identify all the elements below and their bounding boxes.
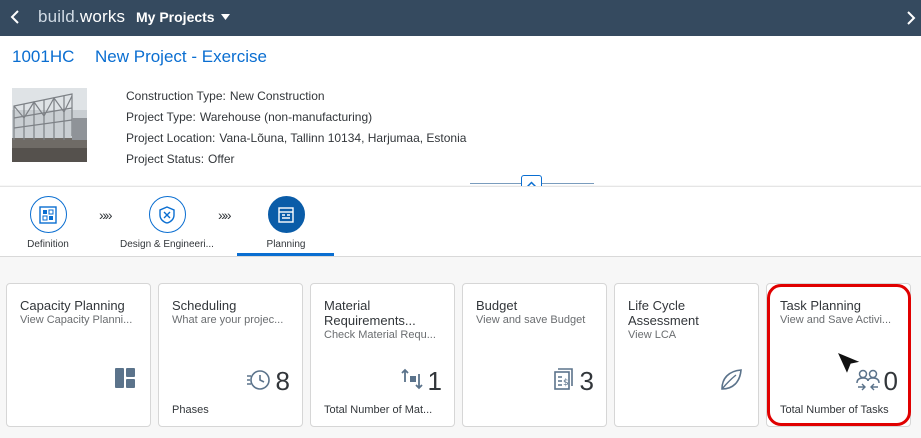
tile-title: Task Planning bbox=[780, 298, 861, 313]
brand-suffix: works bbox=[79, 7, 126, 26]
project-name: New Project - Exercise bbox=[95, 47, 267, 66]
capacity-icon bbox=[115, 368, 135, 388]
planning-icon bbox=[267, 196, 305, 233]
project-attributes: Construction Type: New Construction Proje… bbox=[126, 88, 466, 172]
budget-icon: $ bbox=[554, 368, 573, 390]
attr-project-location: Project Location: Vana-Lõuna, Tallinn 101… bbox=[126, 130, 466, 151]
tile-budget[interactable]: Budget View and save Budget $ 3 bbox=[462, 283, 607, 427]
step-design-engineering[interactable]: Design & Engineeri... bbox=[107, 196, 227, 250]
attr-value: Offer bbox=[208, 152, 235, 166]
step-label: Planning bbox=[266, 239, 306, 250]
step-definition[interactable]: Definition bbox=[0, 196, 108, 250]
tile-life-cycle-assessment[interactable]: Life Cycle Assessment View LCA bbox=[614, 283, 759, 427]
scheduling-icon bbox=[247, 370, 270, 390]
tile-capacity-planning[interactable]: Capacity Planning View Capacity Planni..… bbox=[6, 283, 151, 427]
attr-label: Construction Type: bbox=[126, 89, 226, 103]
tile-count: 3 bbox=[579, 366, 594, 396]
tile-count: 8 bbox=[275, 366, 290, 396]
active-step-indicator bbox=[237, 253, 334, 256]
app-brand: build.works bbox=[38, 7, 125, 27]
tile-subtitle: View and Save Activi... bbox=[780, 314, 892, 326]
tile-material-requirements[interactable]: Material Requirements... Check Material … bbox=[310, 283, 455, 427]
tile-subtitle: Check Material Requ... bbox=[324, 329, 436, 341]
attr-label: Project Status: bbox=[126, 152, 205, 166]
menu-label: My Projects bbox=[136, 9, 215, 25]
attr-value: Warehouse (non-manufacturing) bbox=[199, 110, 373, 124]
tile-subtitle: View LCA bbox=[628, 329, 677, 341]
project-header: 1001HC New Project - Exercise Constructi… bbox=[0, 36, 921, 193]
project-image bbox=[12, 88, 87, 162]
step-label: Design & Engineeri... bbox=[120, 239, 214, 250]
process-flow: Definition »» Design & Engineeri... »» P… bbox=[0, 186, 921, 257]
tile-footer: Total Number of Mat... bbox=[324, 404, 433, 416]
tile-subtitle: View and save Budget bbox=[476, 314, 586, 326]
attr-label: Project Type: bbox=[126, 110, 196, 124]
tile-title: Life Cycle Assessment bbox=[628, 298, 699, 328]
step-label: Definition bbox=[27, 239, 69, 250]
caret-down-icon bbox=[220, 14, 230, 20]
step-planning[interactable]: Planning bbox=[226, 196, 346, 250]
tile-scheduling[interactable]: Scheduling What are your projec... 8 Pha… bbox=[158, 283, 303, 427]
my-projects-menu[interactable]: My Projects bbox=[136, 9, 230, 25]
material-sort-icon bbox=[401, 368, 423, 390]
tile-footer: Total Number of Tasks bbox=[780, 404, 889, 416]
leaf-icon bbox=[721, 369, 742, 390]
more-options-icon[interactable] bbox=[905, 10, 917, 26]
svg-text:$: $ bbox=[563, 378, 569, 388]
brand-prefix: build. bbox=[38, 7, 80, 26]
tile-subtitle: What are your projec... bbox=[172, 314, 284, 326]
attr-value: New Construction bbox=[229, 89, 325, 103]
definition-icon bbox=[29, 196, 67, 233]
back-arrow-icon[interactable] bbox=[8, 8, 22, 26]
attr-label: Project Location: bbox=[126, 131, 216, 145]
mouse-pointer-icon bbox=[836, 351, 863, 376]
attr-construction-type: Construction Type: New Construction bbox=[126, 88, 466, 109]
tile-title: Budget bbox=[476, 298, 518, 313]
tile-count: 0 bbox=[883, 366, 898, 396]
project-code: 1001HC bbox=[12, 47, 75, 66]
attr-value: Vana-Lõuna, Tallinn 10134, Harjumaa, Est… bbox=[219, 131, 467, 145]
tile-subtitle: View Capacity Planni... bbox=[20, 314, 133, 326]
shell-bar: build.works My Projects bbox=[0, 0, 921, 36]
attr-project-type: Project Type: Warehouse (non-manufacturin… bbox=[126, 109, 466, 130]
tile-footer: Phases bbox=[172, 404, 209, 416]
tile-title: Material Requirements... bbox=[324, 298, 416, 328]
design-shield-icon bbox=[148, 196, 186, 233]
tile-title: Capacity Planning bbox=[20, 298, 125, 313]
attr-project-status: Project Status: Offer bbox=[126, 151, 466, 172]
tile-count: 1 bbox=[427, 366, 442, 396]
tile-title: Scheduling bbox=[172, 298, 237, 313]
